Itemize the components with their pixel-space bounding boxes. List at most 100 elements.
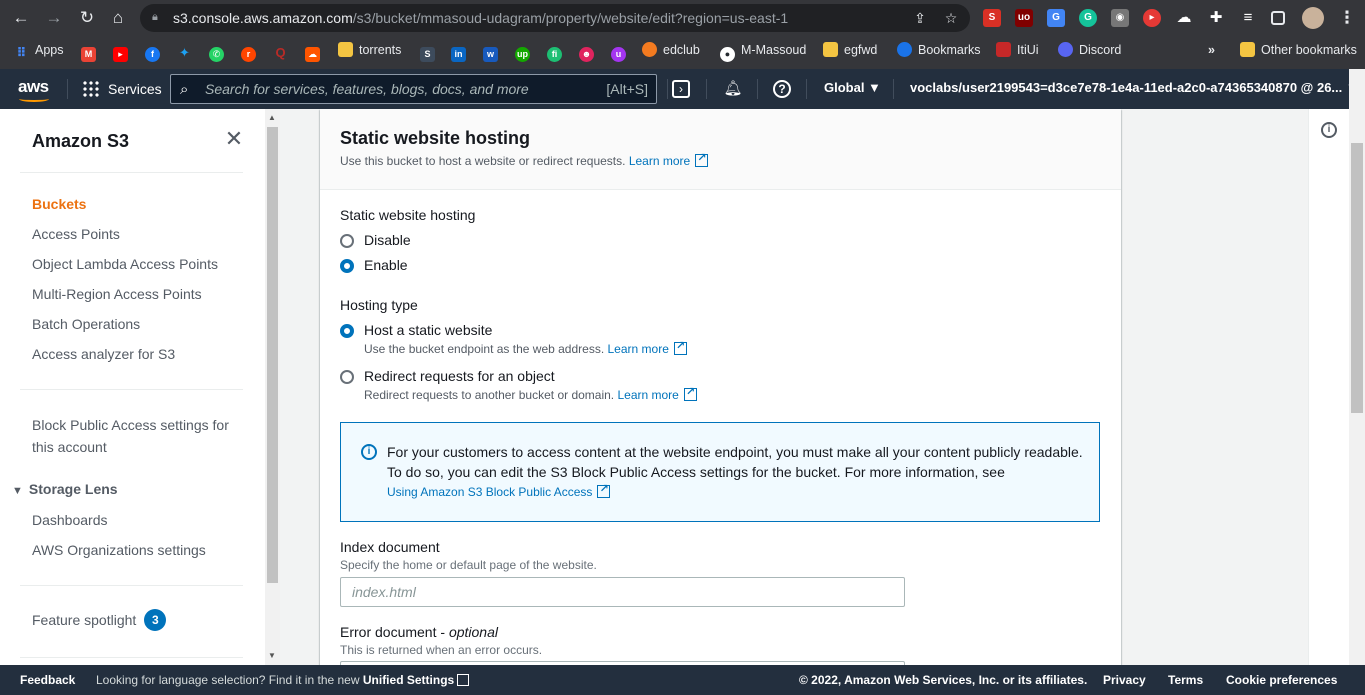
bookmark-torrents[interactable]: torrents xyxy=(338,41,401,59)
cookie-preferences-link[interactable]: Cookie preferences xyxy=(1226,673,1337,687)
soundcloud-icon[interactable]: ☁ xyxy=(305,41,320,62)
language-notice: Looking for language selection? Find it … xyxy=(96,673,470,687)
extension-s-icon[interactable]: S xyxy=(983,9,1001,27)
site-s-icon[interactable]: S xyxy=(420,41,435,62)
sidepanel-icon[interactable] xyxy=(1271,11,1285,25)
services-grid-icon xyxy=(82,80,100,98)
twitter-icon[interactable]: ✦ xyxy=(177,41,192,60)
sidebar-section-storage-lens[interactable]: ▼ Storage Lens xyxy=(12,481,118,497)
notifications-bell-icon[interactable]: 🔔︎ xyxy=(722,78,744,100)
static-website-hosting-panel: Static website hosting Use this bucket t… xyxy=(320,109,1121,665)
learn-more-link[interactable]: Learn more xyxy=(608,342,669,356)
udemy-icon[interactable]: u xyxy=(611,41,626,62)
bot-icon[interactable]: ☻ xyxy=(579,41,594,62)
sidebar-item-dashboards[interactable]: Dashboards xyxy=(32,509,108,531)
terms-link[interactable]: Terms xyxy=(1168,673,1203,687)
facebook-icon[interactable]: f xyxy=(145,41,160,62)
youtube-icon[interactable]: ▸ xyxy=(113,41,128,62)
sidebar-item-object-lambda[interactable]: Object Lambda Access Points xyxy=(32,253,218,275)
sidebar-item-multi-region[interactable]: Multi-Region Access Points xyxy=(32,283,202,305)
url-bar[interactable]: 🔒︎ s3.console.aws.amazon.com/s3/bucket/m… xyxy=(140,4,970,32)
bookmarks-overflow-icon[interactable]: » xyxy=(1208,41,1215,59)
ublock-icon[interactable]: uo xyxy=(1015,9,1033,27)
quora-icon[interactable]: Q xyxy=(273,41,288,60)
page-scrollbar[interactable] xyxy=(1349,69,1365,665)
learn-more-link[interactable]: Learn more xyxy=(617,388,678,402)
info-icon: i xyxy=(361,444,377,460)
close-icon[interactable]: ✕ xyxy=(224,128,244,150)
panel-title: Static website hosting xyxy=(340,128,531,148)
playlist-icon[interactable]: ≡ xyxy=(1239,9,1257,27)
sidebar-scrollbar[interactable]: ▲ ▼ xyxy=(265,109,280,665)
block-public-access-link[interactable]: Using Amazon S3 Block Public Access xyxy=(387,485,592,499)
linkedin-icon[interactable]: in xyxy=(451,41,466,62)
puzzle-icon[interactable]: ✚ xyxy=(1207,9,1225,27)
radio-disable-input[interactable] xyxy=(340,234,354,248)
word-icon[interactable]: w xyxy=(483,41,498,62)
sidebar-item-access-points[interactable]: Access Points xyxy=(32,223,120,245)
index-document-desc: Specify the home or default page of the … xyxy=(340,558,597,572)
region-selector[interactable]: Global ▼ xyxy=(824,80,881,95)
whatsapp-icon[interactable]: ✆ xyxy=(209,41,224,62)
sidebar-item-feature-spotlight[interactable]: Feature spotlight 3 xyxy=(32,609,167,631)
copyright: © 2022, Amazon Web Services, Inc. or its… xyxy=(799,673,1088,687)
forward-icon[interactable]: → xyxy=(43,7,65,29)
search-shortcut: [Alt+S] xyxy=(606,81,648,97)
bookmark-bookmarks[interactable]: Bookmarks xyxy=(897,41,981,59)
reddit-icon[interactable]: r xyxy=(241,41,256,62)
info-alert: i For your customers to access content a… xyxy=(340,422,1100,522)
radio-host-static-input[interactable] xyxy=(340,324,354,338)
bookmark-other[interactable]: Other bookmarks xyxy=(1240,41,1357,59)
external-link-icon xyxy=(673,339,687,355)
bookmark-discord[interactable]: Discord xyxy=(1058,41,1121,59)
sidebar-item-batch-operations[interactable]: Batch Operations xyxy=(32,313,140,335)
share-icon[interactable]: ⇪ xyxy=(912,10,928,26)
bookmark-egfwd[interactable]: egfwd xyxy=(823,41,877,59)
aws-logo[interactable]: aws xyxy=(18,77,49,102)
unified-settings-link[interactable]: Unified Settings xyxy=(363,673,454,687)
feedback-button[interactable]: Feedback xyxy=(20,673,75,687)
camera-icon[interactable]: ◉ xyxy=(1111,9,1129,27)
panel-header: Static website hosting Use this bucket t… xyxy=(320,109,1121,190)
index-document-input[interactable] xyxy=(340,577,905,607)
grammarly-icon[interactable]: G xyxy=(1079,9,1097,27)
upwork-icon[interactable]: up xyxy=(515,41,530,62)
apps-grid-icon: ⠿ xyxy=(16,45,27,60)
sidebar-item-block-public-access[interactable]: Block Public Access settings for this acc… xyxy=(32,414,229,458)
sidebar-item-org-settings[interactable]: AWS Organizations settings xyxy=(32,539,206,561)
console-footer: Feedback Looking for language selection?… xyxy=(0,665,1365,695)
bookmark-itiui[interactable]: ItiUi xyxy=(996,41,1039,59)
search-icon: ⌕ xyxy=(180,81,189,98)
bookmark-apps[interactable]: ⠿ Apps xyxy=(14,41,63,60)
reload-icon[interactable]: ↻ xyxy=(76,7,98,29)
bookmark-star-icon[interactable]: ☆ xyxy=(943,10,959,26)
translate-icon[interactable]: G xyxy=(1047,9,1065,27)
home-icon[interactable]: ⌂ xyxy=(107,7,129,29)
bookmark-edclub[interactable]: edclub xyxy=(642,41,700,59)
s3-sidebar: Amazon S3 ✕ Buckets Access Points Object… xyxy=(0,109,265,665)
radio-enable-input[interactable] xyxy=(340,259,354,273)
back-icon[interactable]: ← xyxy=(10,7,32,29)
profile-avatar[interactable] xyxy=(1302,7,1324,29)
sidebar-item-buckets[interactable]: Buckets xyxy=(32,193,86,215)
hosting-label: Static website hosting xyxy=(340,207,476,223)
lock-icon: 🔒︎ xyxy=(152,11,158,23)
help-icon[interactable]: ? xyxy=(773,80,791,98)
aws-search-box[interactable]: ⌕ [Alt+S] xyxy=(170,74,657,104)
radio-redirect-input[interactable] xyxy=(340,370,354,384)
sidebar-item-access-analyzer[interactable]: Access analyzer for S3 xyxy=(32,343,175,365)
bookmark-github[interactable]: ● M-Massoud xyxy=(720,41,806,62)
privacy-link[interactable]: Privacy xyxy=(1103,673,1146,687)
media-icon[interactable]: ▸ xyxy=(1143,9,1161,27)
cloudshell-icon[interactable]: › xyxy=(672,80,690,98)
account-menu[interactable]: voclabs/user2199543=d3ce7e78-1e4a-11ed-a… xyxy=(910,80,1359,95)
url-text: s3.console.aws.amazon.com/s3/bucket/mmas… xyxy=(173,10,789,26)
gmail-icon[interactable]: M xyxy=(81,41,96,62)
search-input[interactable] xyxy=(205,79,585,99)
browser-menu-icon[interactable]: ⋮ xyxy=(1336,7,1358,29)
cloud-icon[interactable]: ☁ xyxy=(1175,9,1193,27)
fiverr-icon[interactable]: fi xyxy=(547,41,562,62)
learn-more-link[interactable]: Learn more xyxy=(629,154,690,168)
services-menu-button[interactable]: Services xyxy=(82,79,162,99)
info-panel-icon[interactable]: i xyxy=(1321,122,1337,138)
